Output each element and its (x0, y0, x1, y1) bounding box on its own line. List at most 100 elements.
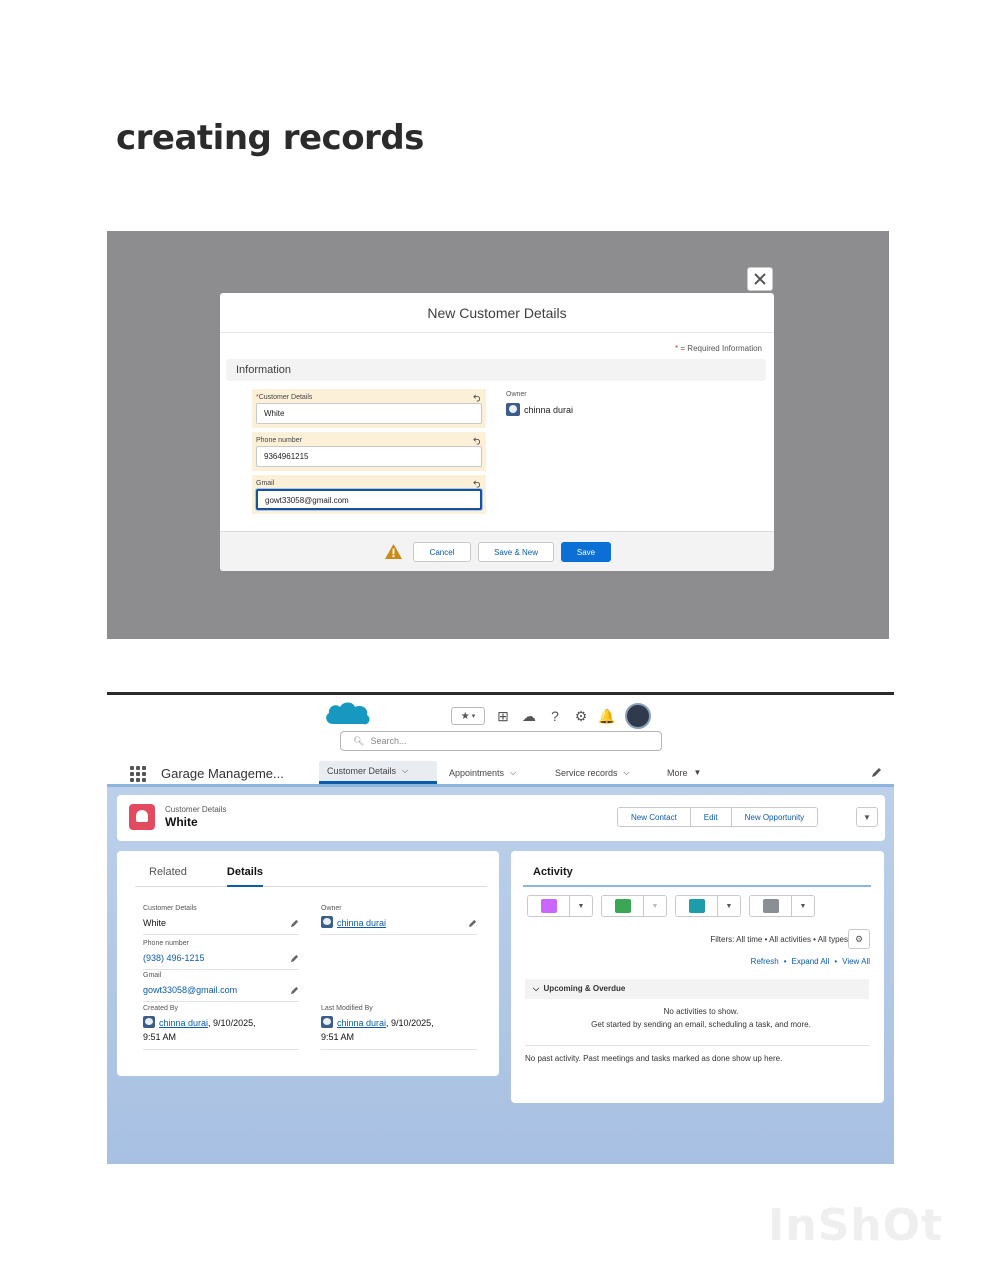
change-owner-icon[interactable] (468, 919, 477, 928)
edit-button[interactable]: Edit (690, 808, 732, 826)
log-call-icon[interactable] (602, 896, 644, 916)
expand-all-link[interactable]: Expand All (792, 957, 830, 966)
owner-detail: Owner chinna durai (321, 905, 477, 936)
activity-title[interactable]: Activity (523, 863, 871, 887)
help-trail-icon[interactable]: ☁ (521, 708, 537, 724)
pencil-icon[interactable] (290, 954, 299, 963)
cancel-button[interactable]: Cancel (413, 542, 471, 562)
owner-link[interactable]: chinna durai (337, 918, 386, 928)
view-all-link[interactable]: View All (842, 957, 870, 966)
more-actions-icon[interactable]: ▼ (856, 807, 878, 827)
tab-more[interactable]: More ▼ (659, 761, 709, 784)
gmail-link[interactable]: gowt33058@gmail.com (143, 983, 237, 997)
user-avatar-icon (143, 1016, 155, 1028)
record-tabs: Related Details (135, 863, 487, 887)
modal-title: New Customer Details (220, 293, 774, 333)
get-started-text: Get started by sending an email, schedul… (591, 1020, 811, 1029)
undo-icon[interactable] (473, 479, 482, 488)
new-record-modal: New Customer Details * = Required Inform… (220, 293, 774, 571)
tab-details[interactable]: Details (226, 863, 263, 887)
field-label: Gmail (256, 480, 275, 487)
user-avatar-icon (321, 1016, 333, 1028)
record-header: Customer Details White New Contact Edit … (117, 795, 885, 841)
owner-value[interactable]: chinna durai (524, 405, 573, 415)
inshot-watermark: InShOt (768, 1200, 944, 1251)
save-button[interactable]: Save (561, 542, 611, 562)
task-icon[interactable] (676, 896, 718, 916)
chevron-down-icon[interactable]: ▼ (792, 896, 814, 916)
help-icon[interactable]: ? (547, 708, 563, 724)
gmail-input[interactable]: gowt33058@gmail.com (256, 489, 482, 510)
activity-card: Activity ▼ ▼ ▼ ▼ Filters: All time • All… (511, 851, 884, 1103)
page: creating records New Customer Details * … (0, 0, 990, 1280)
email-group: ▼ (749, 895, 815, 917)
utility-bar: ★ ▾ ⊞ ☁ ? ⚙ 🔔 (451, 703, 651, 729)
owner-label: Owner (506, 391, 527, 398)
bell-icon[interactable]: 🔔 (598, 708, 615, 724)
field-label: *Customer Details (256, 394, 313, 401)
refresh-link[interactable]: Refresh (751, 957, 779, 966)
chevron-down-icon[interactable]: ▼ (570, 896, 592, 916)
required-info: * = Required Information (675, 344, 762, 353)
event-icon[interactable] (528, 896, 570, 916)
search-icon: 🔍︎ (353, 735, 365, 746)
undo-icon[interactable] (473, 393, 482, 402)
tab-service-records[interactable]: Service records ⌵ (547, 761, 638, 784)
modified-by-link[interactable]: chinna durai (337, 1018, 386, 1028)
record-type-icon (129, 804, 155, 830)
header-button-group: New Contact Edit New Opportunity (617, 807, 819, 827)
customer-details-input[interactable]: White (256, 403, 482, 424)
gear-icon[interactable]: ⚙ (848, 929, 870, 949)
upcoming-overdue-section[interactable]: ⌵ Upcoming & Overdue (525, 979, 869, 999)
app-name: Garage Manageme... (161, 766, 284, 781)
add-icon[interactable]: ⊞ (495, 708, 511, 724)
record-type-label: Customer Details (165, 805, 227, 814)
section-information[interactable]: Information (226, 359, 766, 381)
new-log-group: ▼ (601, 895, 667, 917)
customer-details-detail: Customer Details White (143, 905, 299, 936)
app-launcher-icon[interactable] (130, 766, 148, 782)
pencil-icon[interactable] (290, 919, 299, 928)
nav-bar: Garage Manageme... Customer Details ⌵ App… (107, 761, 894, 787)
salesforce-logo-icon[interactable] (323, 698, 373, 730)
tab-customer-details[interactable]: Customer Details ⌵ (319, 761, 437, 784)
new-opportunity-button[interactable]: New Opportunity (731, 808, 818, 826)
tab-related[interactable]: Related (149, 863, 187, 886)
document-heading: creating records (116, 118, 424, 158)
save-and-new-button[interactable]: Save & New (478, 542, 554, 562)
details-card: Related Details Customer Details White O… (117, 851, 499, 1076)
record-page-screenshot: ★ ▾ ⊞ ☁ ? ⚙ 🔔 🔍︎ Search... Garage Managem… (107, 695, 894, 1164)
modal-screenshot: New Customer Details * = Required Inform… (107, 231, 889, 639)
no-past-activity-text: No past activity. Past meetings and task… (525, 1045, 869, 1063)
created-by-link[interactable]: chinna durai (159, 1018, 208, 1028)
close-icon[interactable] (747, 267, 773, 291)
last-modified-detail: Last Modified By chinna durai, 9/10/2025… (321, 1005, 477, 1050)
chevron-down-icon[interactable]: ▼ (644, 896, 666, 916)
chevron-down-icon: ⌵ (533, 984, 540, 993)
tab-appointments[interactable]: Appointments ⌵ (441, 761, 524, 784)
activity-filters: Filters: All time • All activities • All… (710, 935, 848, 944)
warning-icon[interactable] (384, 543, 403, 560)
record-name: White (165, 815, 198, 829)
gear-icon[interactable]: ⚙ (573, 708, 589, 724)
search-input[interactable]: 🔍︎ Search... (340, 731, 662, 751)
chevron-down-icon: ⌵ (623, 767, 630, 777)
customer-details-field: *Customer Details White (252, 389, 486, 428)
user-avatar-icon (321, 916, 333, 928)
pencil-icon[interactable] (870, 767, 882, 779)
owner-field: Owner chinna durai (506, 391, 573, 416)
email-icon[interactable] (750, 896, 792, 916)
phone-number-input[interactable]: 9364961215 (256, 446, 482, 467)
chevron-down-icon[interactable]: ▼ (718, 896, 740, 916)
created-by-detail: Created By chinna durai, 9/10/2025, 9:51 … (143, 1005, 299, 1050)
gmail-field: Gmail gowt33058@gmail.com (252, 475, 486, 514)
user-avatar-icon[interactable] (625, 703, 651, 729)
activity-links: Refresh • Expand All • View All (750, 957, 870, 966)
new-contact-button[interactable]: New Contact (618, 808, 691, 826)
pencil-icon[interactable] (290, 986, 299, 995)
chevron-down-icon: ⌵ (510, 767, 517, 777)
favorites-icon[interactable]: ★ ▾ (451, 707, 485, 725)
phone-link[interactable]: (938) 496-1215 (143, 951, 205, 965)
caret-down-icon: ▼ (693, 768, 702, 777)
undo-icon[interactable] (473, 436, 482, 445)
